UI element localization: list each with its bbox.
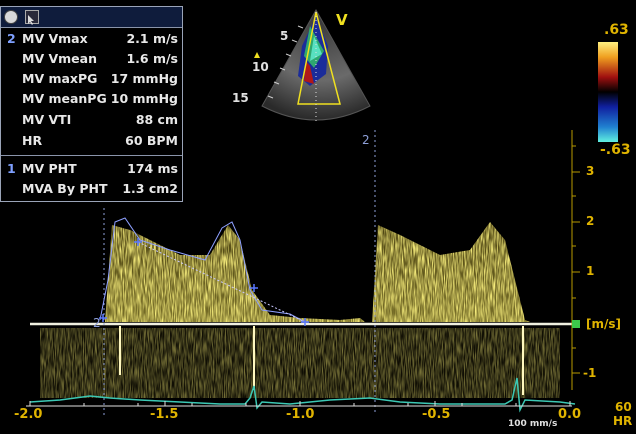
group-index: 2 [7,31,16,46]
group-divider [1,155,182,156]
time-tick-neg1: -1.0 [286,407,315,422]
measurement-row[interactable]: 1 MV PHT 174 ms [1,159,182,179]
color-scale-min: -.63 [600,142,631,158]
depth-label-10: 10 [252,60,269,74]
measurement-row[interactable]: MV Vmean 1.6 m/s [1,49,182,69]
measurement-value: 17 mmHg [110,71,178,86]
velocity-tick-neg1: -1 [583,366,597,380]
panel-header [1,7,182,28]
baseline-cursor-label: 2 [93,316,101,330]
velocity-unit: [m/s] [586,317,621,331]
measurement-label: MV Vmax [22,31,88,46]
velocity-scale [571,130,580,390]
time-tick-neg1-5: -1.5 [150,407,179,422]
baseline-marker[interactable] [572,320,580,328]
measurement-value: 10 mmHg [110,91,178,106]
color-scale-max: .63 [604,22,629,38]
spectrum-forward-flow [105,222,530,322]
measurement-row[interactable]: MV meanPG 10 mmHg [1,89,182,109]
velocity-tick-3: 3 [586,164,595,178]
velocity-tick-1: 1 [586,264,595,278]
spectrum-reverse-flow [40,328,560,398]
measurement-row[interactable]: MVA By PHT 1.3 cm2 [1,179,182,199]
measurement-row[interactable]: HR 60 BPM [1,131,182,151]
measurement-row[interactable]: MV VTI 88 cm [1,110,182,130]
sweep-speed-label: 100 mm/s [508,419,558,429]
color-velocity-scale [598,42,618,142]
record-button[interactable] [4,10,18,24]
measurement-row[interactable]: MV maxPG 17 mmHg [1,69,182,89]
measurement-label: HR [22,133,43,148]
measurement-label: MVA By PHT [22,181,108,196]
measurement-value: 60 BPM [125,133,178,148]
measurement-label: MV PHT [22,161,77,176]
time-tick-neg2: -2.0 [14,407,43,422]
measurement-row[interactable]: 2 MV Vmax 2.1 m/s [1,29,182,49]
hr-value: 60 [615,400,632,414]
time-tick-0: 0.0 [558,407,582,422]
measurement-value: 174 ms [127,161,178,176]
group-index: 1 [7,161,16,176]
measurement-label: MV maxPG [22,71,98,86]
measurements-panel: 2 MV Vmax 2.1 m/s MV Vmean 1.6 m/s MV ma… [0,6,183,202]
measurement-label: MV VTI [22,112,72,127]
measurement-value: 88 cm [135,112,178,127]
measurement-value: 2.1 m/s [126,31,178,46]
depth-label-15: 15 [232,91,249,105]
cursor-icon[interactable] [25,10,39,25]
depth-label-5: 5 [280,29,289,43]
velocity-tick-2: 2 [586,214,595,228]
time-tick-neg0-5: -0.5 [422,407,451,422]
ultrasound-screen: { "measurements_panel": { "groups": [ { … [0,0,636,434]
measurement-label: MV Vmean [22,51,97,66]
measurement-value: 1.3 cm2 [122,181,178,196]
vmax-cursor-label: 2 [362,133,370,147]
hr-label: HR [613,414,633,428]
measurement-label: MV meanPG [22,91,107,106]
focus-marker-icon [254,52,260,58]
orientation-marker: V [336,11,348,29]
measurement-value: 1.6 m/s [126,51,178,66]
